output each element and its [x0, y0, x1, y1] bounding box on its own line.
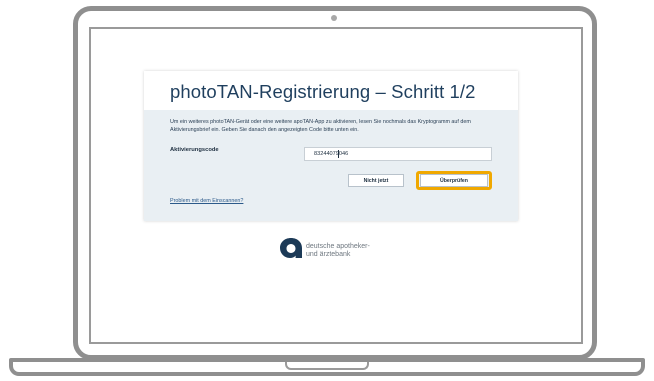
not-now-button[interactable]: Nicht jetzt: [348, 174, 404, 187]
scan-problem-link[interactable]: Problem mit dem Einscannen?: [170, 198, 243, 204]
text-cursor: [338, 150, 339, 158]
dialog-title: photoTAN-Registrierung – Schritt 1/2: [170, 81, 476, 102]
bank-name-line1: deutsche apotheker-: [306, 243, 370, 250]
dialog-description: Um ein weiteres photoTAN-Gerät oder eine…: [170, 119, 471, 134]
registration-dialog: photoTAN-Registrierung – Schritt 1/2 Um …: [144, 71, 518, 221]
camera-icon: [331, 15, 337, 21]
dialog-header: photoTAN-Registrierung – Schritt 1/2: [144, 71, 518, 110]
apobank-logo-icon: [280, 238, 302, 258]
bank-name: deutsche apotheker- und ärztebank: [306, 243, 370, 259]
activation-code-input[interactable]: [304, 147, 492, 161]
bank-name-line2: und ärztebank: [306, 251, 351, 258]
laptop-base-notch: [285, 362, 369, 370]
verify-button[interactable]: Überprüfen: [420, 174, 488, 187]
activation-code-label: Aktivierungscode: [170, 147, 219, 153]
dialog-body: Um ein weiteres photoTAN-Gerät oder eine…: [144, 110, 518, 221]
